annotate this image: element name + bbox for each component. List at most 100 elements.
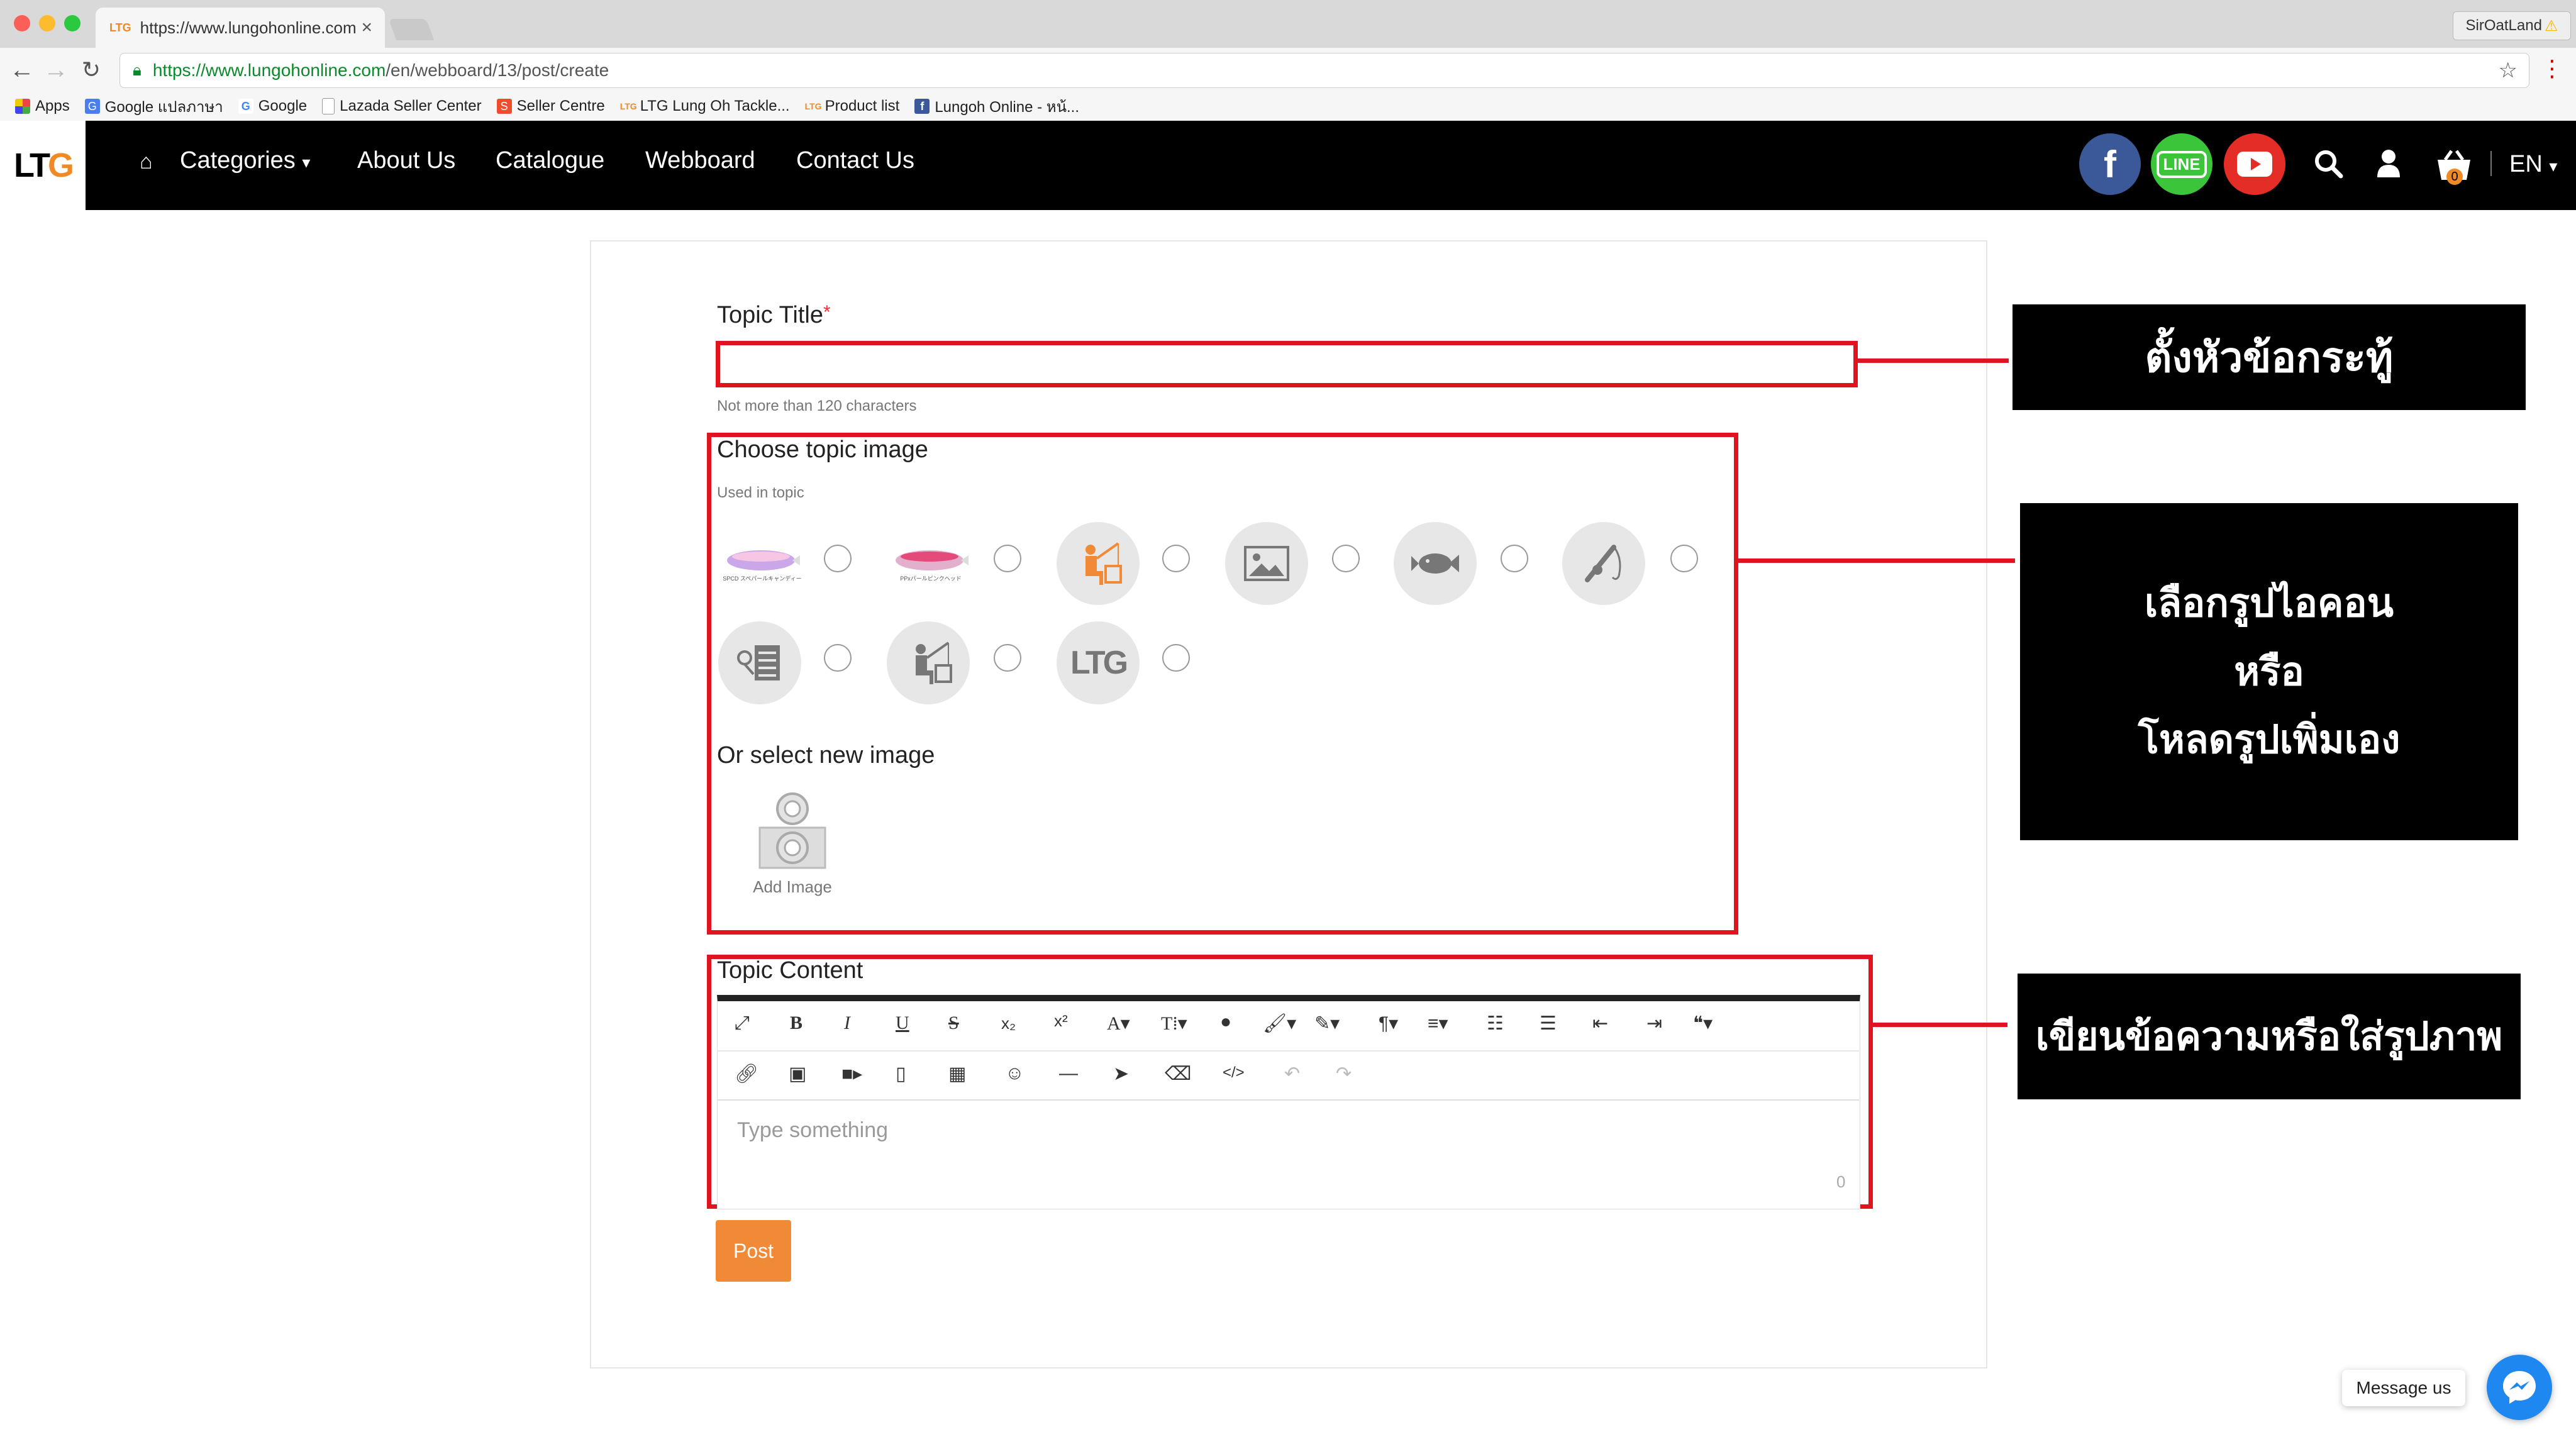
fish-icon[interactable] xyxy=(1394,522,1477,605)
nav-about-us[interactable]: About Us xyxy=(357,147,455,174)
link-icon[interactable]: 🔗︎ xyxy=(735,1063,758,1085)
minimize-window-button[interactable] xyxy=(39,15,55,31)
color-drop-icon[interactable]: ● xyxy=(1220,1011,1231,1033)
nav-contact-us[interactable]: Contact Us xyxy=(796,147,914,174)
outdent-icon[interactable]: ⇤ xyxy=(1592,1013,1608,1035)
bookmark-apps[interactable]: Apps xyxy=(15,97,70,115)
title-highlight-box xyxy=(716,341,1858,387)
browser-tab[interactable]: LTG https://www.lungohonline.com × xyxy=(96,8,385,48)
strikethrough-icon[interactable]: S xyxy=(948,1013,959,1034)
facebook-icon[interactable]: f xyxy=(2079,133,2141,195)
underline-icon[interactable]: U xyxy=(896,1013,909,1034)
forward-arrow-icon[interactable]: → xyxy=(40,54,72,86)
subscript-icon[interactable]: x₂ xyxy=(1001,1014,1016,1033)
magic-wand-icon[interactable]: ✎▾ xyxy=(1314,1013,1340,1035)
bookmark-lazada[interactable]: Lazada Seller Center xyxy=(322,97,482,115)
ordered-list-icon[interactable]: ☷ xyxy=(1487,1013,1504,1035)
image-annotation-line3: โหลดรูปเพิ่มเอง xyxy=(2138,716,2401,763)
google-translate-icon: G xyxy=(84,99,100,114)
tab-favicon-icon: LTG xyxy=(109,21,131,34)
paragraph-format-icon[interactable]: ¶▾ xyxy=(1379,1013,1398,1035)
close-tab-icon[interactable]: × xyxy=(361,17,372,38)
bookmark-product-list[interactable]: LTG Product list xyxy=(805,97,900,115)
topic-image-lure-red[interactable]: PPxパールピンクヘッド xyxy=(887,523,975,605)
superscript-icon[interactable]: x² xyxy=(1054,1011,1068,1031)
paint-brush-icon[interactable]: 🖌︎▾ xyxy=(1263,1013,1296,1035)
lure-caption: PPxパールピンクヘッド xyxy=(900,575,962,582)
bookmark-lungoh-facebook[interactable]: f Lungoh Online - หน้... xyxy=(914,94,1079,119)
title-hint: Not more than 120 characters xyxy=(717,397,917,414)
topic-image-radio[interactable] xyxy=(1332,545,1360,572)
bookmark-ltg-tackle[interactable]: LTG LTG Lung Oh Tackle... xyxy=(620,97,790,115)
back-arrow-icon[interactable]: ← xyxy=(6,54,38,86)
home-icon[interactable]: ⌂ xyxy=(140,150,153,174)
picture-icon[interactable] xyxy=(1225,522,1308,605)
unordered-list-icon[interactable]: ☰ xyxy=(1540,1013,1557,1035)
fisherman-gray-icon[interactable] xyxy=(887,621,970,704)
bookmark-google-translate[interactable]: G Google แปลภาษา xyxy=(84,94,223,119)
language-selector[interactable]: EN ▾ xyxy=(2509,151,2557,178)
topic-image-radio[interactable] xyxy=(1162,545,1190,572)
undo-icon[interactable]: ↶ xyxy=(1284,1063,1300,1085)
search-icon[interactable] xyxy=(2313,148,2343,186)
font-size-icon[interactable]: T⁞▾ xyxy=(1161,1013,1187,1035)
topic-image-radio[interactable] xyxy=(824,644,852,672)
insert-image-icon[interactable]: ▣ xyxy=(789,1063,806,1085)
emoticon-icon[interactable]: ☺ xyxy=(1005,1063,1024,1084)
bold-icon[interactable]: B xyxy=(790,1013,802,1034)
fullscreen-icon[interactable]: ⤢ xyxy=(735,1013,750,1034)
bookmark-star-icon[interactable]: ☆ xyxy=(2499,58,2518,83)
site-logo[interactable]: LTG xyxy=(0,121,86,210)
messenger-icon[interactable] xyxy=(2487,1355,2552,1420)
address-bar[interactable]: 🔒︎ https://www.lungohonline.com/en/webbo… xyxy=(119,53,2529,88)
redo-icon[interactable]: ↷ xyxy=(1336,1063,1352,1085)
nav-webboard[interactable]: Webboard xyxy=(645,147,755,174)
indent-icon[interactable]: ⇥ xyxy=(1646,1013,1662,1035)
nav-categories[interactable]: Categories ▾ xyxy=(180,147,310,174)
list-icon[interactable] xyxy=(718,621,801,704)
horizontal-line-icon[interactable]: — xyxy=(1059,1063,1078,1084)
message-us-bubble[interactable]: Message us xyxy=(2342,1370,2465,1406)
maximize-window-button[interactable] xyxy=(64,15,80,31)
fisherman-orange-icon[interactable] xyxy=(1057,522,1140,605)
topic-image-radio[interactable] xyxy=(1162,644,1190,672)
align-icon[interactable]: ≡▾ xyxy=(1428,1013,1448,1035)
topic-image-radio[interactable] xyxy=(824,545,852,572)
profile-button[interactable]: SirOatLand ⚠ xyxy=(2453,11,2571,40)
image-annotation-line2: หรือ xyxy=(2234,648,2304,694)
file-icon[interactable]: ▯ xyxy=(896,1063,906,1085)
topic-title-label: Topic Title* xyxy=(717,302,831,328)
topic-image-radio[interactable] xyxy=(994,545,1021,572)
add-image-button[interactable]: Add Image xyxy=(748,790,836,909)
table-icon[interactable]: ▦ xyxy=(948,1063,966,1085)
topic-image-radio[interactable] xyxy=(1670,545,1698,572)
new-tab-button[interactable] xyxy=(388,19,435,40)
bookmark-google[interactable]: G Google xyxy=(238,97,307,115)
topic-image-lure-pink[interactable]: SPCD スペパールキャンディー xyxy=(718,523,806,605)
italic-icon[interactable]: I xyxy=(844,1013,850,1034)
youtube-icon[interactable] xyxy=(2224,133,2285,195)
post-button[interactable]: Post xyxy=(716,1220,791,1282)
ltg-logo-icon[interactable]: LTG xyxy=(1057,621,1140,704)
code-view-icon[interactable]: </> xyxy=(1223,1064,1245,1082)
shopee-icon: S xyxy=(496,99,512,114)
user-icon[interactable] xyxy=(2376,148,2401,186)
video-icon[interactable]: ■▸ xyxy=(841,1063,862,1085)
cart-count-badge: 0 xyxy=(2446,169,2463,185)
browser-menu-icon[interactable]: ⋮ xyxy=(2541,55,2563,82)
topic-image-radio[interactable] xyxy=(1501,545,1528,572)
nav-catalogue[interactable]: Catalogue xyxy=(496,147,604,174)
lure-caption: SPCD スペパールキャンディー xyxy=(723,575,802,582)
select-pointer-icon[interactable]: ➤ xyxy=(1113,1063,1129,1085)
line-icon[interactable]: LINE xyxy=(2151,133,2212,195)
topic-image-radio[interactable] xyxy=(994,644,1021,672)
quote-icon[interactable]: ❝▾ xyxy=(1693,1013,1713,1035)
close-window-button[interactable] xyxy=(14,15,30,31)
font-family-icon[interactable]: A▾ xyxy=(1107,1013,1130,1035)
title-annotation-text: ตั้งหัวข้อกระทู้ xyxy=(2145,333,2394,382)
fishing-rod-icon[interactable] xyxy=(1562,522,1645,605)
clear-format-icon[interactable]: ⌫ xyxy=(1165,1063,1191,1085)
reload-icon[interactable]: ↻ xyxy=(75,54,107,86)
bookmark-seller-centre[interactable]: S Seller Centre xyxy=(496,97,605,115)
topic-content-label: Topic Content xyxy=(717,957,863,984)
